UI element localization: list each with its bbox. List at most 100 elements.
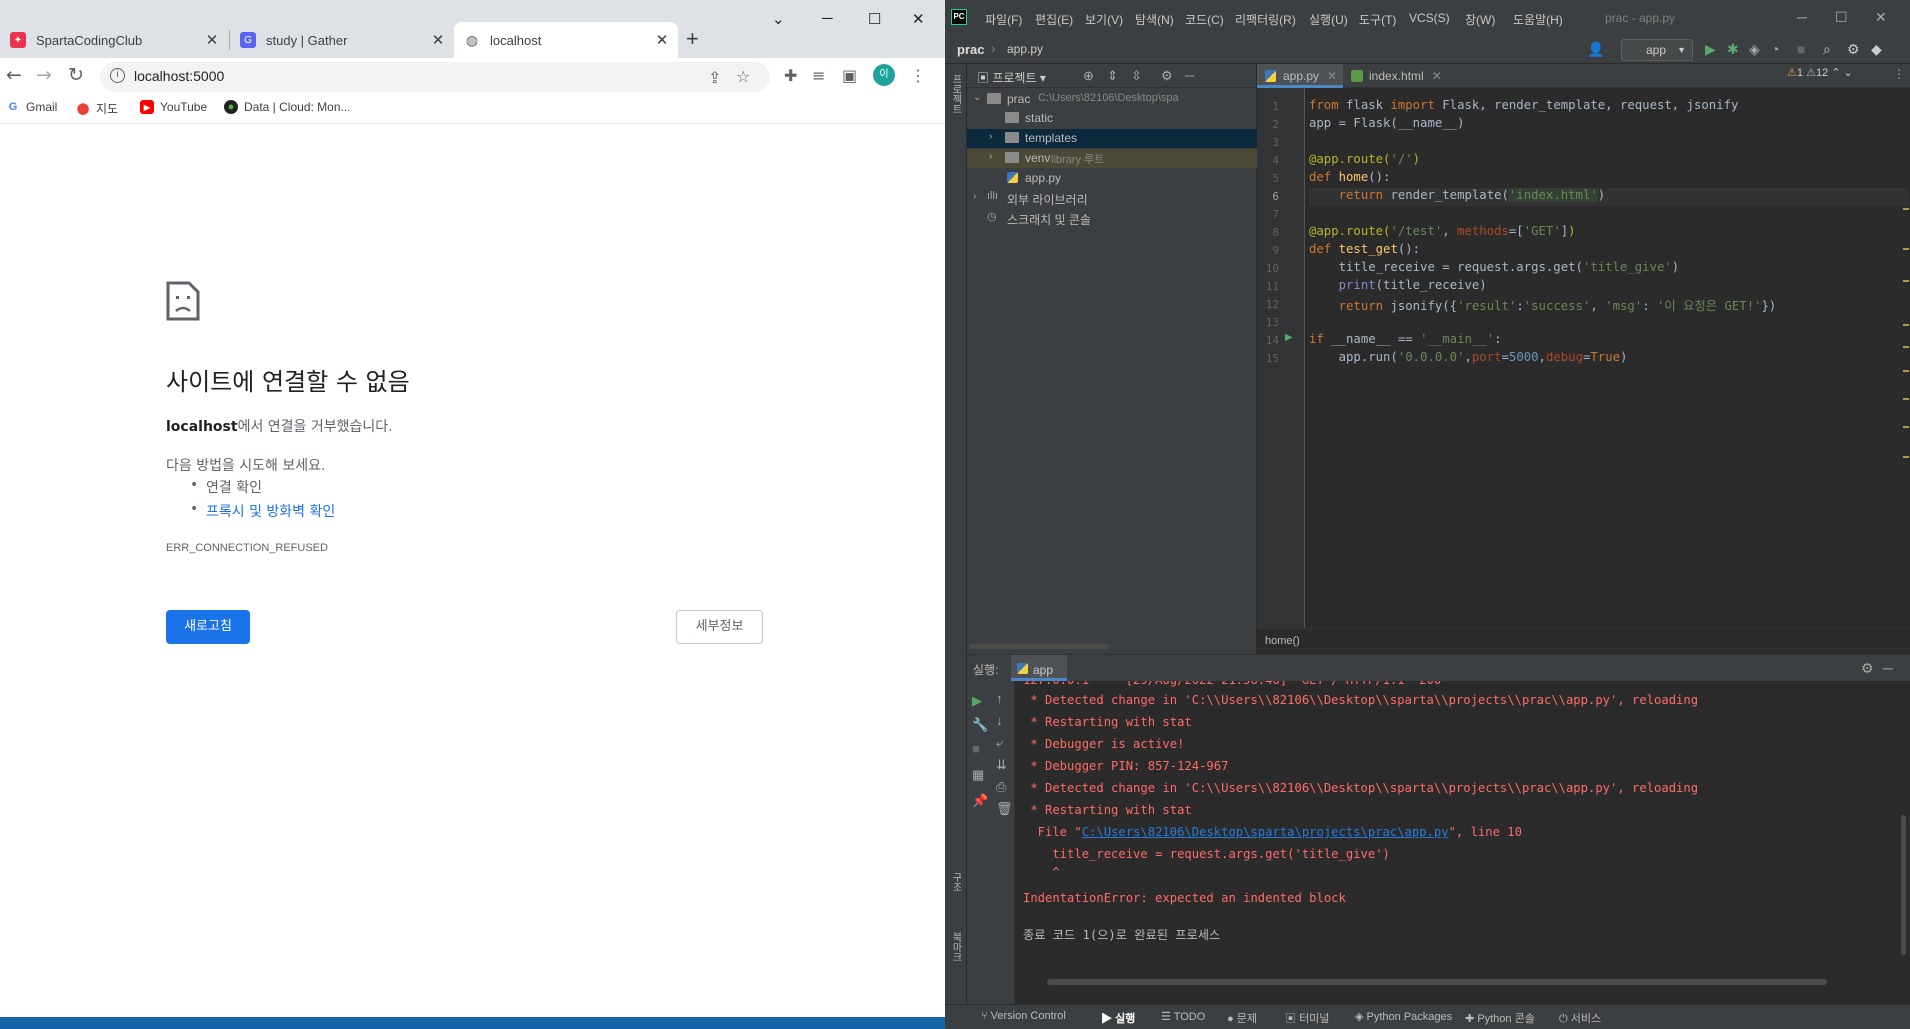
tree-item-venv[interactable]: › venv library 루트 — [967, 149, 1257, 168]
address-bar[interactable]: i localhost:5000 ⇪ ☆ — [100, 62, 770, 92]
menu-run[interactable]: 실행(U) — [1309, 11, 1348, 28]
profile-avatar[interactable]: 이 — [873, 64, 895, 86]
stop-icon[interactable]: ■ — [1797, 41, 1805, 57]
window-close-icon[interactable]: ✕ — [1875, 9, 1887, 26]
window-close-icon[interactable]: ✕ — [912, 10, 925, 28]
scroll-to-end-icon[interactable]: ⇊ — [996, 757, 1007, 773]
pin-icon[interactable]: 📌 — [972, 793, 988, 809]
menu-edit[interactable]: 편집(E) — [1035, 11, 1073, 28]
error-stripe-mark[interactable] — [1903, 248, 1909, 250]
side-tab-structure[interactable]: 구조 — [948, 872, 963, 892]
bookmark-mongodb[interactable]: ● Data | Cloud: Mon... — [224, 100, 351, 114]
more-menu-icon[interactable]: ⋮ — [910, 66, 926, 85]
debug-icon[interactable]: ✱ — [1727, 41, 1739, 58]
scroll-down-icon[interactable]: ↓ — [996, 713, 1003, 728]
rerun-icon[interactable]: ▶ — [972, 693, 982, 709]
tab-search-icon[interactable]: ⌄ — [772, 10, 785, 28]
side-panel-icon[interactable]: ▣ — [842, 66, 857, 85]
toolwindow-version-control[interactable]: ⑂ Version Control — [981, 1010, 1066, 1022]
search-icon[interactable]: ⌕ — [1823, 41, 1831, 58]
trash-icon[interactable]: 🗑 — [996, 801, 1013, 817]
menu-navigate[interactable]: 탐색(N) — [1135, 11, 1174, 28]
run-icon[interactable]: ▶ — [1705, 41, 1716, 58]
bookmark-youtube[interactable]: ▶ YouTube — [140, 100, 207, 114]
toolwindow-run[interactable]: ▶ 실행 — [1101, 1010, 1135, 1026]
error-stripe-mark[interactable] — [1903, 324, 1909, 326]
toolwindow-todo[interactable]: ☰ TODO — [1161, 1010, 1205, 1023]
user-icon[interactable]: 👤 — [1587, 41, 1604, 58]
console-output[interactable]: 127.0.0.1 - - [29/Aug/2022 21:56:46] "GE… — [1019, 681, 1899, 981]
profile-icon[interactable]: ◔ — [1771, 41, 1779, 57]
reload-button[interactable]: 새로고침 — [166, 610, 250, 644]
menu-window[interactable]: 창(W) — [1465, 11, 1495, 28]
toolwindow-python-packages[interactable]: ◈ Python Packages — [1355, 1010, 1452, 1023]
expand-all-icon[interactable]: ⇕ — [1107, 68, 1118, 84]
hide-icon[interactable]: ─ — [1185, 68, 1194, 83]
tab-gather[interactable]: G study | Gather ✕ — [230, 22, 454, 58]
error-stripe-mark[interactable] — [1903, 398, 1909, 400]
info-icon[interactable]: i — [110, 68, 125, 83]
maximize-icon[interactable]: ☐ — [1835, 9, 1848, 26]
wrench-icon[interactable]: 🔧 — [972, 717, 988, 733]
menu-help[interactable]: 도움말(H) — [1513, 11, 1563, 28]
tab-spartacodingclub[interactable]: ✦ SpartaCodingClub ✕ — [0, 22, 228, 58]
chevron-right-icon[interactable]: › — [989, 131, 992, 142]
forward-icon[interactable]: → — [36, 64, 52, 86]
run-gutter-icon[interactable]: ▶ — [1285, 332, 1293, 343]
locate-icon[interactable]: ⊕ — [1083, 68, 1094, 84]
chevron-right-icon[interactable]: › — [973, 191, 976, 202]
project-scrollbar[interactable] — [969, 644, 1109, 649]
console-vertical-scrollbar[interactable] — [1901, 815, 1906, 955]
bookmark-maps[interactable]: ⬤ 지도 — [76, 100, 118, 117]
soft-wrap-icon[interactable]: ⤶ — [996, 735, 1003, 751]
minimize-icon[interactable]: ─ — [1797, 9, 1807, 25]
function-crumb[interactable]: home() — [1265, 635, 1300, 647]
menu-refactor[interactable]: 리팩터링(R) — [1235, 11, 1296, 28]
menu-code[interactable]: 코드(C) — [1185, 11, 1224, 28]
details-button[interactable]: 세부정보 — [676, 610, 763, 644]
run-configuration-select[interactable]: app ▼ — [1621, 39, 1693, 61]
tab-localhost[interactable]: ◍ localhost ✕ — [454, 22, 678, 58]
back-icon[interactable]: ← — [6, 64, 22, 86]
toolwindow-problems[interactable]: ● 문제 — [1227, 1010, 1257, 1026]
suggestion-proxy-firewall-link[interactable]: 프록시 및 방화벽 확인 — [190, 501, 335, 525]
traceback-file-link[interactable]: C:\Users\82106\Desktop\sparta\projects\p… — [1082, 825, 1449, 839]
collapse-all-icon[interactable]: ⇳ — [1131, 68, 1142, 84]
tree-item-external-libraries[interactable]: › ıllı 외부 라이브러리 — [967, 189, 1257, 208]
project-view-select[interactable]: ▣ 프로젝트 ▾ — [977, 69, 1046, 86]
menu-view[interactable]: 보기(V) — [1085, 11, 1123, 28]
settings-gear-icon[interactable]: ⚙ — [1861, 660, 1874, 677]
toolwindow-terminal[interactable]: ▣ 터미널 — [1285, 1010, 1329, 1026]
coverage-icon[interactable]: ◈ — [1749, 41, 1760, 58]
error-stripe-mark[interactable] — [1903, 208, 1909, 210]
media-icon[interactable]: ≡ — [812, 66, 825, 85]
toolwindow-python-console[interactable]: ✚ Python 콘솔 — [1465, 1010, 1535, 1026]
tree-item-scratches[interactable]: ◷ 스크래치 및 콘솔 — [967, 209, 1257, 228]
bookmark-star-icon[interactable]: ☆ — [736, 67, 750, 86]
hide-icon[interactable]: ─ — [1883, 660, 1893, 676]
minimize-icon[interactable]: ─ — [822, 10, 833, 27]
tree-root-prac[interactable]: ⌄ prac C:\Users\82106\Desktop\spa — [967, 90, 1257, 109]
share-icon[interactable]: ⇪ — [708, 68, 721, 87]
breadcrumb-file[interactable]: app.py — [1007, 42, 1043, 56]
maximize-icon[interactable]: ☐ — [868, 10, 881, 28]
side-tab-project[interactable]: 프로젝트 — [948, 74, 963, 114]
run-tab-app[interactable]: app — [1011, 655, 1067, 681]
inspection-widget[interactable]: ⚠1 ⚠12 ⌃ ⌄ — [1787, 66, 1853, 79]
tree-item-app-py[interactable]: app.py — [967, 169, 1257, 188]
new-tab-button[interactable]: + — [686, 26, 699, 52]
tree-item-static[interactable]: static — [967, 109, 1257, 128]
more-icon[interactable]: ⋮ — [1893, 67, 1905, 81]
ide-logo-icon[interactable]: ◆ — [1871, 41, 1882, 58]
error-stripe-mark[interactable] — [1903, 370, 1909, 372]
error-stripe-mark[interactable] — [1903, 346, 1909, 348]
chevron-down-icon[interactable]: ⌄ — [973, 92, 981, 103]
layout-icon[interactable]: ▦ — [972, 767, 984, 783]
side-tab-bookmarks[interactable]: 북마크 — [948, 932, 963, 962]
close-icon[interactable]: ✕ — [1432, 69, 1442, 83]
close-icon[interactable]: ✕ — [202, 31, 222, 49]
breadcrumb-project[interactable]: prac — [957, 42, 984, 57]
scroll-up-icon[interactable]: ↑ — [996, 691, 1003, 706]
error-stripe-mark[interactable] — [1903, 426, 1909, 428]
stop-icon[interactable]: ■ — [972, 741, 980, 756]
